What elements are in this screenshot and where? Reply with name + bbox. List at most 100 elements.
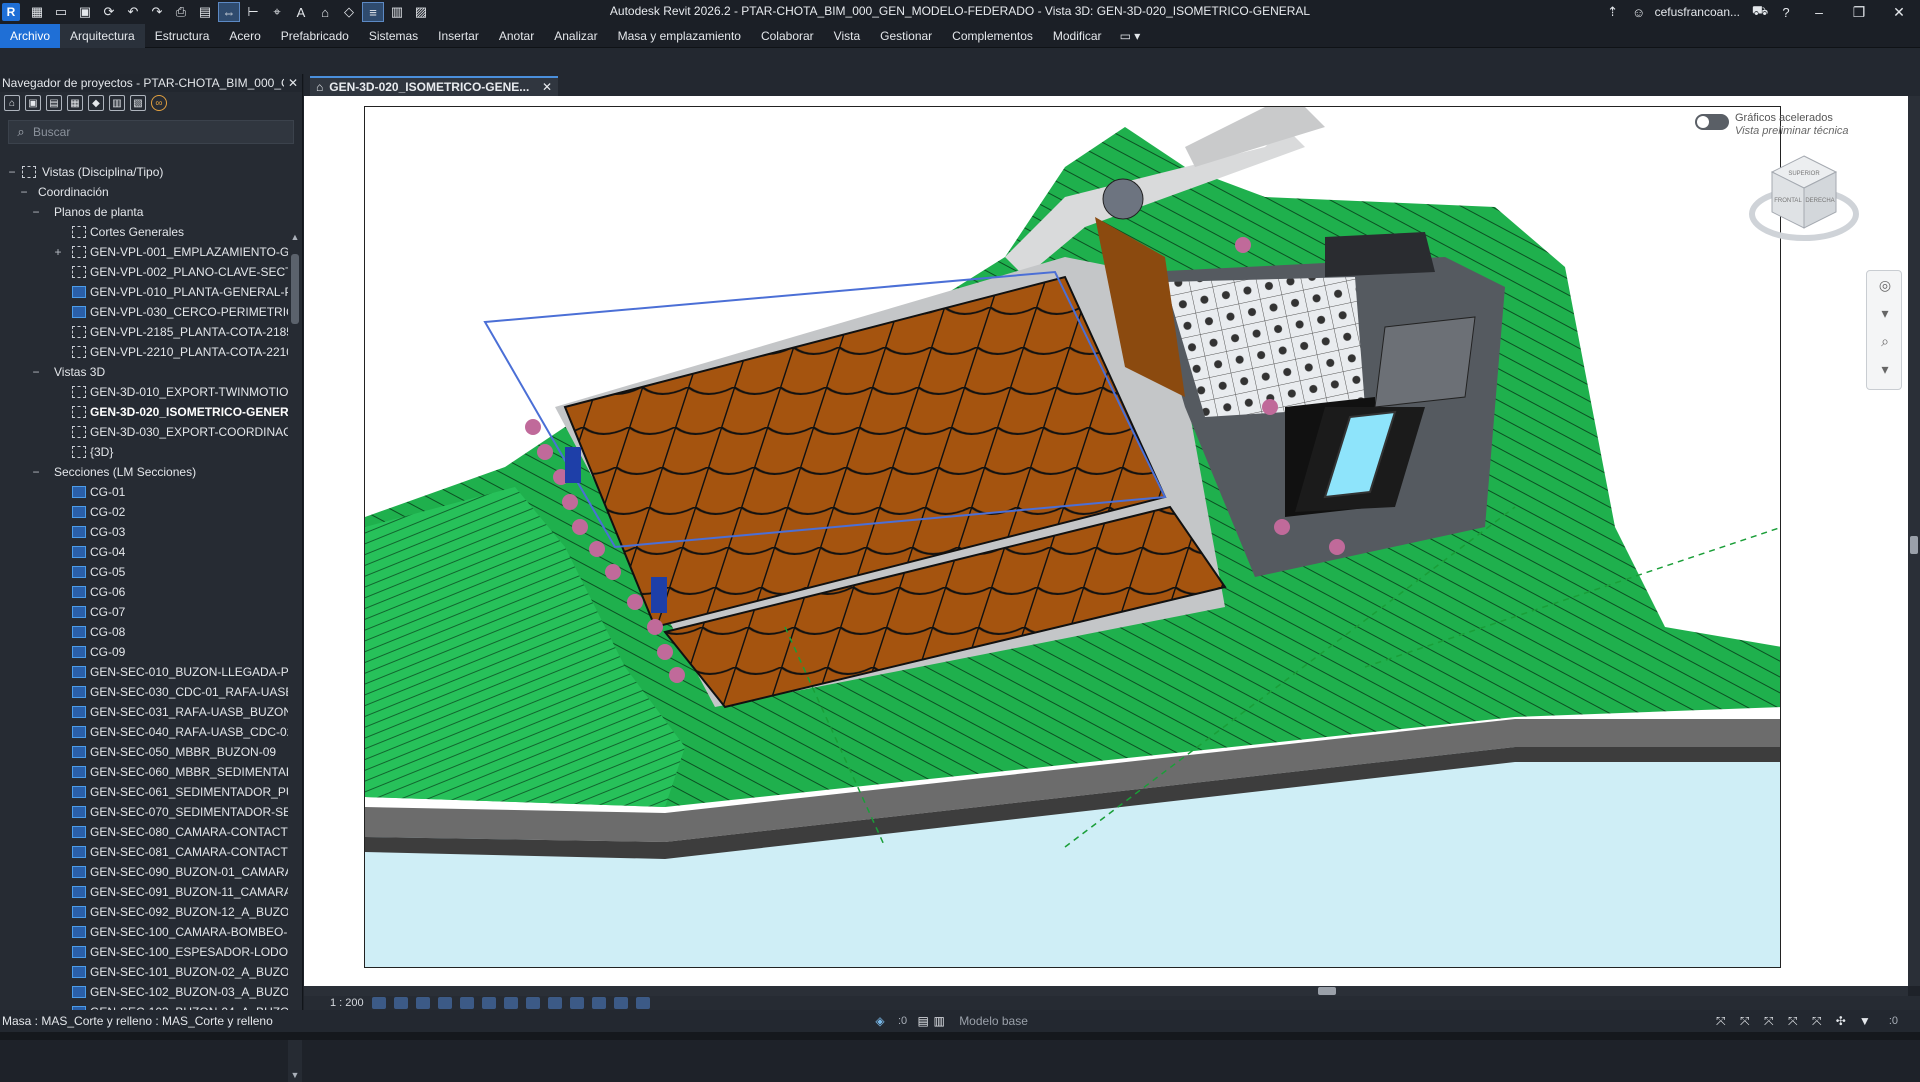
user-icon[interactable]: ☺ bbox=[1629, 5, 1649, 20]
crop-view-icon[interactable] bbox=[481, 997, 496, 1009]
measure-icon[interactable]: ⇔ bbox=[218, 2, 240, 22]
zoom-icon[interactable]: ▣ bbox=[25, 95, 41, 111]
collapse-icon[interactable]: − bbox=[30, 462, 42, 482]
show-crop-icon[interactable] bbox=[503, 997, 518, 1009]
home-icon[interactable]: ▦ bbox=[26, 2, 48, 22]
close-button[interactable]: ✕ bbox=[1882, 0, 1916, 24]
tree-item[interactable]: GEN-SEC-090_BUZON-01_CAMARA- bbox=[0, 862, 290, 882]
constraints-icon[interactable] bbox=[635, 997, 650, 1009]
tree-item[interactable]: CG-05 bbox=[0, 562, 290, 582]
browser-search[interactable]: ⌕ bbox=[8, 120, 294, 144]
browser-scrollbar[interactable]: ▲ ▼ bbox=[288, 230, 302, 1082]
background-process-icon[interactable]: ✣ bbox=[1833, 1014, 1849, 1028]
switch-windows-icon[interactable]: ▨ bbox=[410, 2, 432, 22]
tree-item[interactable]: − Coordinación bbox=[0, 182, 290, 202]
tree-item[interactable]: − Vistas (Disciplina/Tipo) bbox=[0, 162, 290, 182]
tree-item[interactable]: GEN-SEC-102_BUZON-03_A_BUZON bbox=[0, 982, 290, 1002]
analytical-icon[interactable] bbox=[613, 997, 628, 1009]
default-3d-icon[interactable]: ⌂ bbox=[314, 2, 336, 22]
collapse-icon[interactable]: − bbox=[18, 182, 30, 202]
viewcube[interactable]: SUPERIOR FRONTAL DERECHA bbox=[1744, 136, 1864, 256]
home-view-icon[interactable]: ⌂ bbox=[4, 95, 20, 111]
dimension-icon[interactable]: ⊢ bbox=[242, 2, 264, 22]
tab-sistemas[interactable]: Sistemas bbox=[359, 24, 428, 48]
dropdown-icon[interactable]: ▾ bbox=[1867, 299, 1903, 327]
tree-item[interactable]: CG-03 bbox=[0, 522, 290, 542]
tree-item[interactable]: CG-04 bbox=[0, 542, 290, 562]
worksets-icon[interactable]: ◈ bbox=[870, 1014, 890, 1028]
tag-icon[interactable]: ⌖ bbox=[266, 2, 288, 22]
reveal-hidden-icon[interactable] bbox=[569, 997, 584, 1009]
user-name[interactable]: cefusfrancoan... bbox=[1655, 5, 1740, 19]
tree-item[interactable]: − Vistas 3D bbox=[0, 362, 290, 382]
filter-icon[interactable]: ▧ bbox=[130, 95, 146, 111]
graphics-toggle-switch[interactable] bbox=[1695, 114, 1729, 130]
design-options-icon[interactable]: ▤ bbox=[915, 1014, 931, 1028]
graphics-toggle[interactable]: Gráficos acelerados Vista preliminar téc… bbox=[1695, 112, 1849, 138]
search-input[interactable] bbox=[33, 125, 273, 139]
tree-item[interactable]: CG-08 bbox=[0, 622, 290, 642]
tree-item[interactable]: {3D} bbox=[0, 442, 290, 462]
help-icon[interactable]: ? bbox=[1776, 5, 1796, 20]
temp-properties-icon[interactable] bbox=[591, 997, 606, 1009]
tree-item[interactable]: GEN-SEC-010_BUZON-LLEGADA-PRE bbox=[0, 662, 290, 682]
tree-item[interactable]: GEN-VPL-010_PLANTA-GENERAL-PT. bbox=[0, 282, 290, 302]
tree-item[interactable]: CG-07 bbox=[0, 602, 290, 622]
open-icon[interactable]: ▭ bbox=[50, 2, 72, 22]
tree-item[interactable]: GEN-3D-010_EXPORT-TWINMOTION bbox=[0, 382, 290, 402]
families-icon[interactable]: ◆ bbox=[88, 95, 104, 111]
print-icon[interactable]: ⎙ bbox=[170, 2, 192, 22]
tab-anotar[interactable]: Anotar bbox=[489, 24, 544, 48]
tree-item[interactable]: + GEN-VPL-001_EMPLAZAMIENTO-GE bbox=[0, 242, 290, 262]
tab-acero[interactable]: Acero bbox=[219, 24, 270, 48]
schedule-icon[interactable]: ▦ bbox=[67, 95, 83, 111]
groups-icon[interactable]: ▥ bbox=[109, 95, 125, 111]
tree-item[interactable]: GEN-3D-030_EXPORT-COORDINACI bbox=[0, 422, 290, 442]
tab-modificar[interactable]: Modificar bbox=[1043, 24, 1112, 48]
tab-view-3d[interactable]: ⌂ GEN-3D-020_ISOMETRICO-GENE... ✕ bbox=[310, 76, 558, 96]
tree-item[interactable]: GEN-SEC-040_RAFA-UASB_CDC-02_I bbox=[0, 722, 290, 742]
scrollbar-thumb[interactable] bbox=[1318, 987, 1336, 995]
tab-insertar[interactable]: Insertar bbox=[428, 24, 489, 48]
filter-icon[interactable]: ▼ bbox=[1857, 1014, 1873, 1028]
cart-icon[interactable]: ⛟ bbox=[1750, 3, 1770, 21]
tab-arquitectura[interactable]: Arquitectura bbox=[60, 23, 145, 48]
visual-style-icon[interactable] bbox=[393, 997, 408, 1009]
tab-gestionar[interactable]: Gestionar bbox=[870, 24, 942, 48]
tree-item[interactable]: GEN-VPL-030_CERCO-PERIMETRICO bbox=[0, 302, 290, 322]
tree-item[interactable]: CG-01 bbox=[0, 482, 290, 502]
expand-icon[interactable]: + bbox=[52, 242, 64, 262]
section-icon[interactable]: ◇ bbox=[338, 2, 360, 22]
shadows-icon[interactable] bbox=[437, 997, 452, 1009]
tab-archivo[interactable]: Archivo bbox=[0, 23, 61, 48]
view-scale[interactable]: 1 : 200 bbox=[330, 997, 364, 1009]
save-icon[interactable]: ▣ bbox=[74, 2, 96, 22]
tab-prefabricado[interactable]: Prefabricado bbox=[271, 24, 359, 48]
view-horizontal-scrollbar[interactable] bbox=[304, 986, 1908, 996]
tree-item[interactable]: GEN-VPL-2185_PLANTA-COTA-2185 bbox=[0, 322, 290, 342]
redo-icon[interactable]: ↷ bbox=[146, 2, 168, 22]
tree-item[interactable]: CG-09 bbox=[0, 642, 290, 662]
tab-masa-emplazamiento[interactable]: Masa y emplazamiento bbox=[608, 24, 751, 48]
hide-isolate-icon[interactable] bbox=[547, 997, 562, 1009]
share-icon[interactable]: ⇡ bbox=[1603, 4, 1623, 20]
tree-item[interactable]: GEN-SEC-100_ESPESADOR-LODOS bbox=[0, 942, 290, 962]
tree-item[interactable]: CG-02 bbox=[0, 502, 290, 522]
render-icon[interactable] bbox=[459, 997, 474, 1009]
scroll-down-icon[interactable]: ▼ bbox=[288, 1070, 302, 1080]
close-icon[interactable]: ✕ bbox=[284, 74, 302, 92]
tree-item[interactable]: GEN-SEC-081_CAMARA-CONTACTO_ bbox=[0, 842, 290, 862]
scrollbar-thumb[interactable] bbox=[1910, 536, 1918, 554]
tab-complementos[interactable]: Complementos bbox=[942, 24, 1043, 48]
tab-vista[interactable]: Vista bbox=[824, 24, 870, 48]
pdf-icon[interactable]: ▤ bbox=[194, 2, 216, 22]
tab-colaborar[interactable]: Colaborar bbox=[751, 24, 824, 48]
select-underlay-icon[interactable]: ⤧ bbox=[1737, 1014, 1753, 1029]
sync-icon[interactable]: ⟳ bbox=[98, 2, 120, 22]
scroll-up-icon[interactable]: ▲ bbox=[288, 232, 302, 242]
tree-item[interactable]: GEN-SEC-030_CDC-01_RAFA-UASB bbox=[0, 682, 290, 702]
revit-logo-icon[interactable]: R bbox=[2, 3, 20, 21]
tree-item[interactable]: GEN-SEC-080_CAMARA-CONTACTO- bbox=[0, 822, 290, 842]
tree-item[interactable]: Cortes Generales bbox=[0, 222, 290, 242]
tree-item[interactable]: GEN-SEC-070_SEDIMENTADOR-SECU bbox=[0, 802, 290, 822]
